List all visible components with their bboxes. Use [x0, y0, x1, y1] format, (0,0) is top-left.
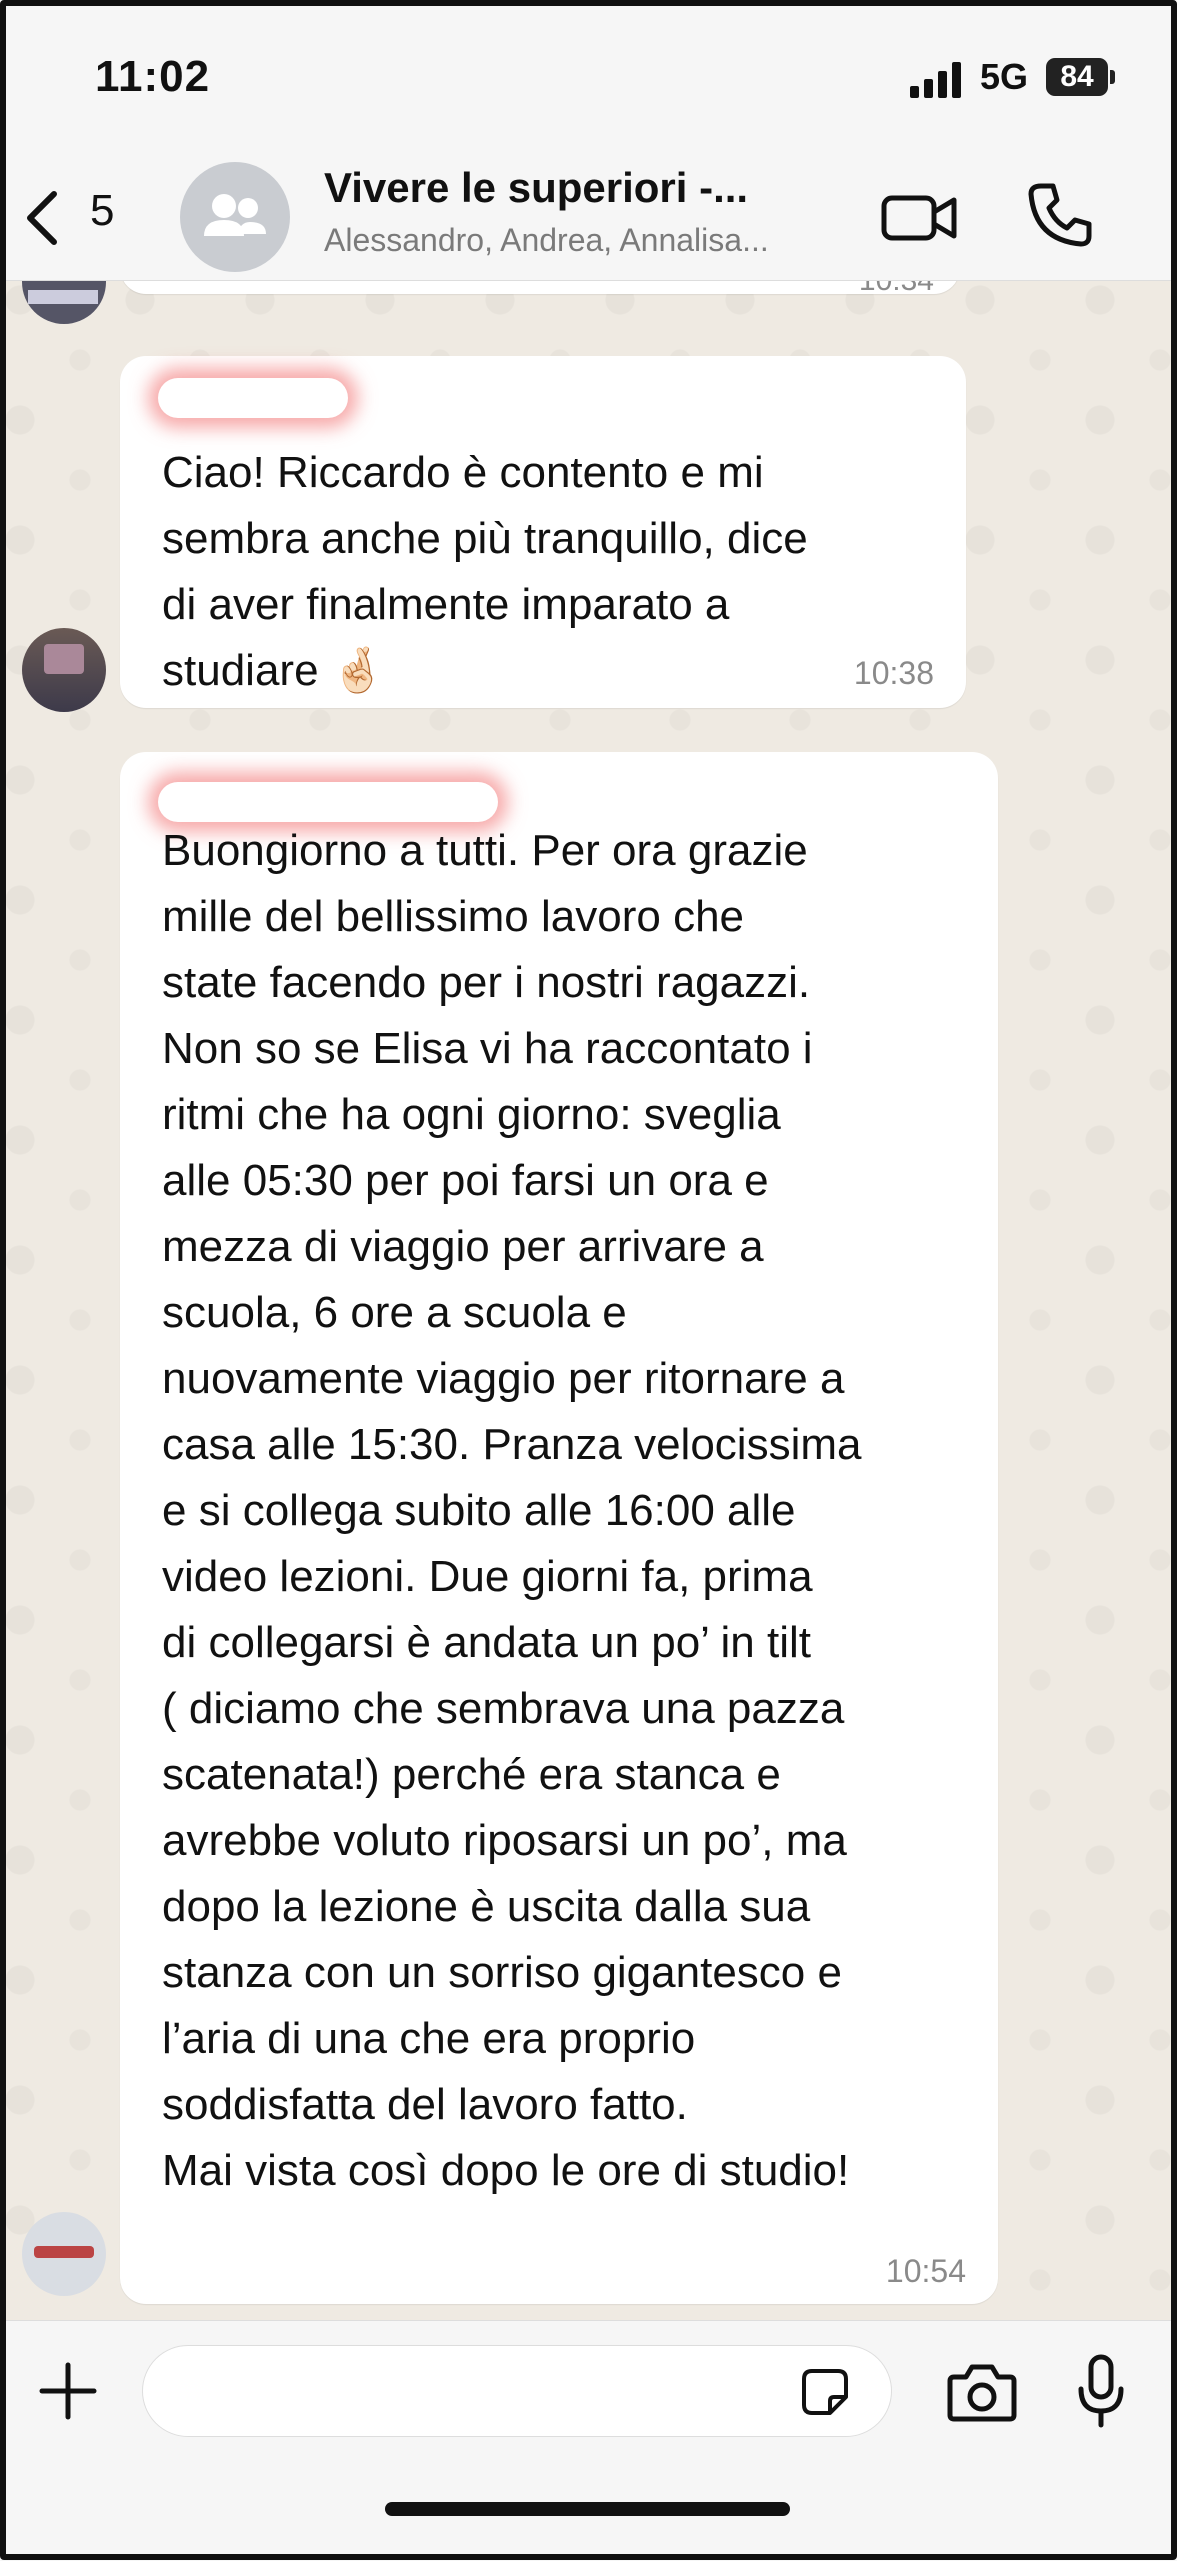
video-camera-icon: [881, 195, 957, 241]
sender-name-redacted: [158, 378, 348, 418]
unread-count: 5: [90, 186, 115, 235]
chevron-left-icon: [27, 191, 57, 245]
avatar[interactable]: [22, 2212, 106, 2296]
message-text: Ciao! Riccardo è contento e mi sembra an…: [162, 448, 808, 695]
status-bar: 11:02 5G 84: [0, 0, 1177, 150]
battery-icon: [1110, 70, 1115, 84]
back-button[interactable]: 5: [22, 180, 132, 250]
home-indicator[interactable]: [385, 2502, 790, 2516]
signal-icon: [910, 62, 961, 98]
message-bubble[interactable]: Buongiorno a tutti. Per ora grazie mille…: [120, 752, 998, 2304]
avatar[interactable]: [22, 628, 106, 712]
network-type: 5G: [980, 56, 1029, 97]
plus-icon: [39, 2362, 97, 2420]
camera-icon: [947, 2364, 1017, 2422]
group-avatar[interactable]: [180, 162, 290, 272]
group-icon: [204, 194, 266, 236]
chat-title[interactable]: Vivere le superiori -...: [324, 164, 748, 212]
chat-participants[interactable]: Alessandro, Andrea, Annalisa...: [324, 222, 769, 259]
avatar[interactable]: [22, 280, 106, 324]
message-text: Buongiorno a tutti. Per ora grazie mille…: [162, 826, 862, 2195]
status-time: 11:02: [95, 52, 211, 101]
microphone-icon: [1078, 2354, 1124, 2428]
voice-call-button[interactable]: [1025, 180, 1095, 250]
chat-header: 5 Vivere le superiori -... Alessandro, A…: [0, 150, 1177, 281]
message-time: 10:38: [853, 655, 934, 691]
battery-level: 84: [1046, 58, 1108, 96]
sticker-button[interactable]: [800, 2367, 850, 2417]
message-input[interactable]: [142, 2345, 892, 2437]
message-bubble[interactable]: 10:34: [120, 280, 960, 297]
attach-button[interactable]: [38, 2361, 98, 2421]
avatar-image: [28, 290, 98, 304]
video-call-button[interactable]: [880, 188, 960, 248]
message-time: 10:54: [885, 2253, 966, 2289]
phone-icon: [1028, 183, 1092, 247]
avatar-image: [44, 644, 84, 674]
message-time: 10:34: [858, 280, 934, 297]
message-bubble[interactable]: Ciao! Riccardo è contento e mi sembra an…: [120, 356, 966, 708]
voice-message-button[interactable]: [1076, 2353, 1126, 2429]
avatar-image: [34, 2246, 94, 2258]
camera-button[interactable]: [946, 2361, 1018, 2423]
chat-area[interactable]: 10:34 Ciao! Riccardo è contento e mi sem…: [0, 280, 1177, 2320]
sticker-icon: [802, 2369, 848, 2415]
composer-bar: [0, 2320, 1177, 2561]
sender-name-redacted: [158, 782, 498, 822]
